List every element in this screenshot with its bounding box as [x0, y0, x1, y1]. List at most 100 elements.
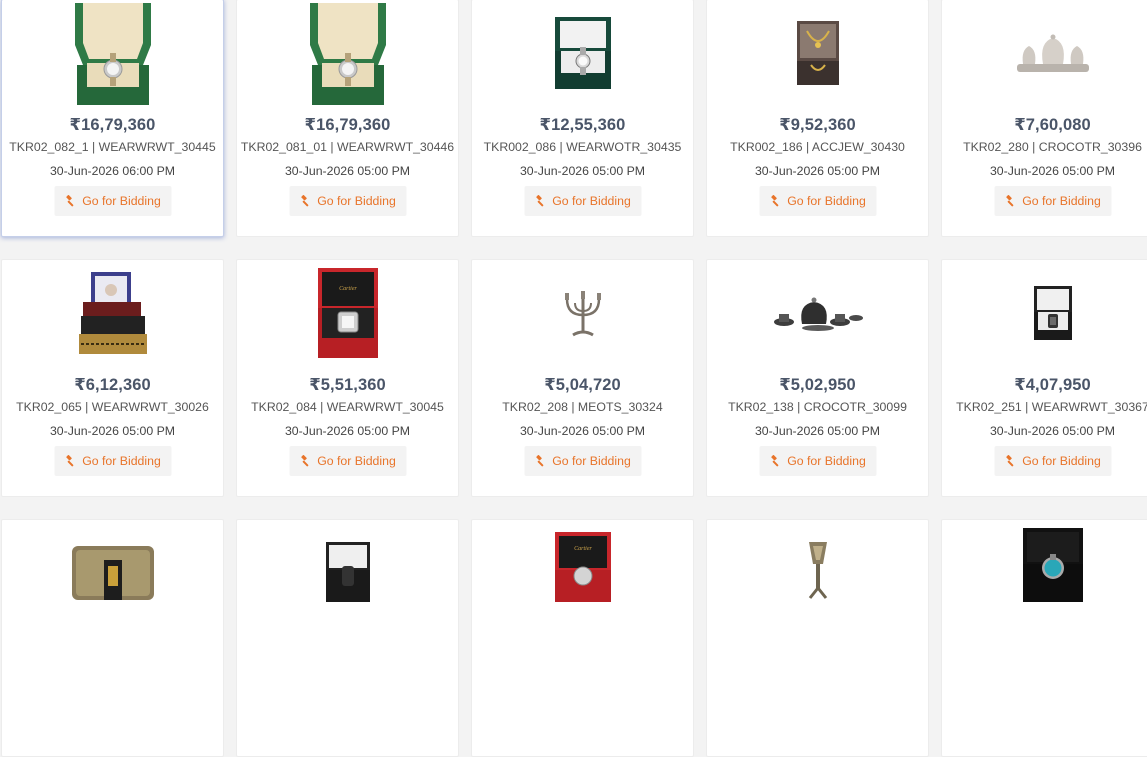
lot-date: 30-Jun-2026 05:00 PM [284, 424, 411, 438]
lot-card[interactable] [941, 519, 1147, 757]
gavel-icon [64, 195, 76, 207]
go-for-bidding-button[interactable]: Go for Bidding [524, 186, 641, 216]
lot-card[interactable]: ₹5,02,950 TKR02_138 | CROCOTR_30099 30-J… [706, 259, 929, 497]
watch-box-icon [554, 17, 611, 89]
lot-date: 30-Jun-2026 05:00 PM [754, 164, 881, 178]
jewelry-case-icon [796, 21, 839, 85]
lot-image[interactable] [2, 0, 223, 108]
lot-image[interactable]: Cartier [237, 264, 458, 364]
watch-box-black-icon [1033, 286, 1072, 340]
gavel-icon [299, 195, 311, 207]
gavel-icon [1004, 455, 1016, 467]
lot-card[interactable]: ₹4,07,950 TKR02_251 | WEARWRWT_30367 30-… [941, 259, 1147, 497]
lot-price: ₹12,55,360 [539, 116, 626, 134]
lot-image[interactable] [942, 0, 1147, 108]
candelabra-icon [564, 291, 601, 337]
lot-card[interactable]: ₹5,04,720 TKR02_208 | MEOTS_30324 30-Jun… [471, 259, 694, 497]
watch-box-black-icon [325, 542, 370, 602]
lot-card[interactable]: Cartier ₹5,51,360 TKR02_084 | WEARWRWT_3… [236, 259, 459, 497]
lot-card[interactable] [1, 519, 224, 757]
lot-date: 30-Jun-2026 06:00 PM [49, 164, 176, 178]
lot-card[interactable] [706, 519, 929, 757]
go-for-bidding-label: Go for Bidding [552, 194, 631, 208]
lot-date: 30-Jun-2026 05:00 PM [754, 424, 881, 438]
lot-image[interactable]: Cartier [472, 520, 693, 628]
go-for-bidding-button[interactable]: Go for Bidding [54, 186, 171, 216]
lot-price: ₹4,07,950 [1014, 376, 1091, 394]
lot-code: TKR002_186 | ACCJEW_30430 [730, 140, 905, 154]
go-for-bidding-button[interactable]: Go for Bidding [759, 446, 876, 476]
lot-code: TKR002_086 | WEARWOTR_30435 [483, 140, 682, 154]
lot-price: ₹5,51,360 [309, 376, 386, 394]
lot-image[interactable] [942, 264, 1147, 364]
cartier-box-icon: Cartier [554, 532, 611, 602]
go-for-bidding-button[interactable]: Go for Bidding [759, 186, 876, 216]
go-for-bidding-button[interactable]: Go for Bidding [994, 186, 1111, 216]
lot-card[interactable]: ₹16,79,360 TKR02_082_1 | WEARWRWT_30445 … [1, 0, 224, 237]
lot-image[interactable] [707, 0, 928, 108]
lot-date: 30-Jun-2026 05:00 PM [284, 164, 411, 178]
lot-image[interactable] [472, 0, 693, 108]
lot-card[interactable]: ₹12,55,360 TKR002_086 | WEARWOTR_30435 3… [471, 0, 694, 237]
gavel-icon [769, 195, 781, 207]
go-for-bidding-label: Go for Bidding [1022, 194, 1101, 208]
lot-date: 30-Jun-2026 05:00 PM [49, 424, 176, 438]
svg-text:Cartier: Cartier [574, 546, 592, 552]
go-for-bidding-button[interactable]: Go for Bidding [54, 446, 171, 476]
lot-card[interactable]: ₹6,12,360 TKR02_065 | WEARWRWT_30026 30-… [1, 259, 224, 497]
gavel-icon [299, 455, 311, 467]
rolex-box-icon [74, 2, 151, 105]
lot-code: TKR02_084 | WEARWRWT_30045 [251, 400, 444, 414]
lot-price: ₹5,02,950 [779, 376, 856, 394]
lot-image[interactable] [472, 264, 693, 364]
go-for-bidding-button[interactable]: Go for Bidding [524, 446, 641, 476]
cartier-box-icon: Cartier [317, 268, 378, 358]
dark-tea-set-icon [773, 297, 863, 331]
lot-price: ₹5,04,720 [544, 376, 621, 394]
gavel-icon [534, 195, 546, 207]
go-for-bidding-button[interactable]: Go for Bidding [289, 446, 406, 476]
rolex-box-icon [309, 2, 386, 105]
lot-image[interactable] [237, 520, 458, 628]
lot-code: TKR02_208 | MEOTS_30324 [502, 400, 663, 414]
lot-price: ₹16,79,360 [304, 116, 391, 134]
lot-image[interactable] [237, 0, 458, 108]
lot-image[interactable] [2, 264, 223, 364]
go-for-bidding-label: Go for Bidding [82, 194, 161, 208]
go-for-bidding-label: Go for Bidding [317, 454, 396, 468]
gavel-icon [769, 455, 781, 467]
go-for-bidding-button[interactable]: Go for Bidding [289, 186, 406, 216]
lot-code: TKR02_280 | CROCOTR_30396 [963, 140, 1142, 154]
lot-card[interactable] [236, 519, 459, 757]
lot-card[interactable]: Cartier [471, 519, 694, 757]
lot-card[interactable]: ₹9,52,360 TKR002_186 | ACCJEW_30430 30-J… [706, 0, 929, 237]
go-for-bidding-label: Go for Bidding [787, 454, 866, 468]
lot-code: TKR02_081_01 | WEARWRWT_30446 [240, 140, 455, 154]
lot-date: 30-Jun-2026 05:00 PM [519, 164, 646, 178]
gavel-icon [1004, 195, 1016, 207]
go-for-bidding-button[interactable]: Go for Bidding [994, 446, 1111, 476]
lot-card[interactable]: ₹7,60,080 TKR02_280 | CROCOTR_30396 30-J… [941, 0, 1147, 237]
lot-image[interactable] [2, 520, 223, 628]
ornate-box-icon [78, 272, 147, 354]
lot-price: ₹7,60,080 [1014, 116, 1091, 134]
lot-date: 30-Jun-2026 05:00 PM [519, 424, 646, 438]
svg-text:Cartier: Cartier [339, 286, 357, 292]
lot-date: 30-Jun-2026 05:00 PM [989, 164, 1116, 178]
lot-price: ₹9,52,360 [779, 116, 856, 134]
lot-price: ₹6,12,360 [74, 376, 151, 394]
lot-image[interactable] [942, 520, 1147, 628]
go-for-bidding-label: Go for Bidding [317, 194, 396, 208]
watch-box-teal-icon [1022, 528, 1083, 602]
lot-image[interactable] [707, 264, 928, 364]
lot-code: TKR02_251 | WEARWRWT_30367 [956, 400, 1147, 414]
lot-date: 30-Jun-2026 05:00 PM [989, 424, 1116, 438]
lot-image[interactable] [707, 520, 928, 628]
lot-code: TKR02_138 | CROCOTR_30099 [728, 400, 907, 414]
gold-case-icon [71, 546, 154, 600]
lot-code: TKR02_082_1 | WEARWRWT_30445 [9, 140, 216, 154]
go-for-bidding-label: Go for Bidding [82, 454, 161, 468]
go-for-bidding-label: Go for Bidding [787, 194, 866, 208]
lot-card[interactable]: ₹16,79,360 TKR02_081_01 | WEARWRWT_30446… [236, 0, 459, 237]
gavel-icon [534, 455, 546, 467]
